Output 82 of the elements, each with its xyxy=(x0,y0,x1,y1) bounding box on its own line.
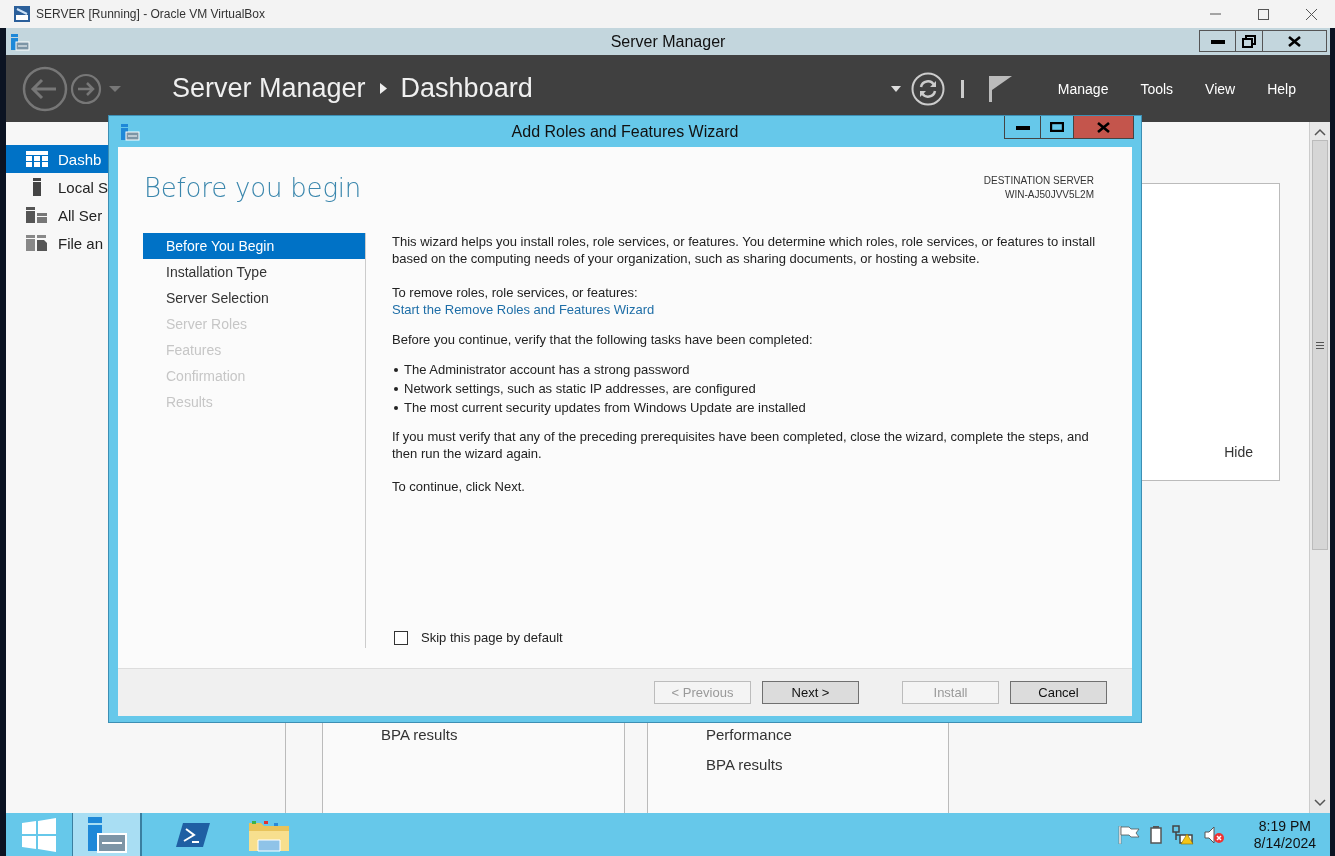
dropdown-caret-icon[interactable] xyxy=(890,85,901,92)
checkbox-label: Skip this page by default xyxy=(421,629,563,646)
sidebar-label: Local S xyxy=(57,178,108,196)
minimize-button[interactable] xyxy=(1004,116,1041,139)
minimize-icon xyxy=(1015,124,1030,130)
remove-label: To remove roles, role services, or features: xyxy=(392,284,639,301)
scroll-up-icon[interactable] xyxy=(1314,128,1326,136)
minimize-button[interactable] xyxy=(1199,30,1236,52)
server-manager-icon xyxy=(10,32,30,51)
dashboard-icon xyxy=(26,151,48,167)
destination-label: DESTINATION SERVER xyxy=(983,174,1094,188)
continue-note: To continue, click Next. xyxy=(392,478,526,495)
task-item: The most current security updates from Windows Update are installed xyxy=(404,399,806,416)
server-icon xyxy=(33,178,41,196)
remove-wizard-link[interactable]: Start the Remove Roles and Features Wizard xyxy=(392,302,655,317)
battery-icon[interactable] xyxy=(1149,825,1162,844)
servers-icon xyxy=(26,207,48,223)
taskbar-app[interactable] xyxy=(72,813,142,856)
bullet-icon xyxy=(394,405,398,410)
menu-item[interactable]: Manage xyxy=(1041,80,1125,97)
menu-item[interactable]: View xyxy=(1189,80,1252,97)
sidebar-label: All Ser xyxy=(58,206,103,224)
maximize-icon xyxy=(1050,122,1064,132)
sidebar-label: Dashb xyxy=(58,150,102,168)
scrollbar[interactable] xyxy=(1309,122,1330,813)
cancel-button[interactable]: Cancel xyxy=(1010,681,1107,704)
task-item: The Administrator account has a strong password xyxy=(404,361,690,378)
flag-icon[interactable] xyxy=(1117,825,1140,844)
destination-server: WIN-AJ50JVV5L2M xyxy=(1004,188,1094,202)
sidebar-label: File an xyxy=(58,234,104,252)
bullet-icon xyxy=(394,367,398,372)
tasks-intro: Before you continue, verify that the following tasks have been completed: xyxy=(392,331,814,348)
scroll-down-icon[interactable] xyxy=(1314,799,1326,807)
close-icon xyxy=(1288,35,1301,47)
menu-item[interactable]: Tools xyxy=(1124,80,1190,97)
skip-checkbox[interactable] xyxy=(394,630,408,645)
window-title: Server Manager xyxy=(610,32,726,50)
hide-link[interactable]: Hide xyxy=(1224,444,1253,460)
clock-time: 8:19 PM xyxy=(1257,817,1312,835)
window-title: SERVER [Running] - Oracle VM VirtualBox xyxy=(36,7,266,21)
clock[interactable]: 8:19 PM 8/14/2024 xyxy=(1253,817,1316,852)
restore-icon xyxy=(1242,34,1256,48)
network-warning-icon[interactable] xyxy=(1171,824,1194,845)
page-heading: Before you begin xyxy=(144,173,362,205)
breadcrumb-item[interactable]: Server Manager xyxy=(172,73,366,104)
tile-link[interactable]: Performance xyxy=(706,725,792,745)
tile-link[interactable]: BPA results xyxy=(706,755,783,775)
tile-link[interactable]: BPA results xyxy=(381,725,458,745)
powershell-icon xyxy=(175,821,211,848)
verify-note: If you must verify that any of the preceding prerequisites have been completed, close the wizard, complete the steps, and then run the wizard again. xyxy=(392,428,1090,462)
maximize-icon[interactable] xyxy=(1256,7,1270,21)
menu-item[interactable]: Help xyxy=(1251,80,1330,97)
notifications-flag-icon[interactable] xyxy=(987,75,1012,102)
server-manager-icon xyxy=(85,816,128,853)
sidebar-item[interactable]: File an xyxy=(6,229,108,257)
bullet-icon xyxy=(394,386,398,391)
separator-icon xyxy=(960,79,964,98)
windows-logo-icon xyxy=(22,817,56,852)
minimize-icon xyxy=(1210,38,1225,44)
sidebar-item[interactable]: All Ser xyxy=(6,201,108,229)
virtualbox-icon xyxy=(14,6,30,22)
close-button[interactable] xyxy=(1262,30,1327,52)
sidebar-item[interactable]: Local S xyxy=(6,173,108,201)
task-item: Network settings, such as static IP addresses, are configured xyxy=(404,380,756,397)
clock-date: 8/14/2024 xyxy=(1253,834,1316,852)
close-icon[interactable] xyxy=(1304,7,1318,21)
breadcrumb-item: Dashboard xyxy=(400,73,533,104)
refresh-icon[interactable] xyxy=(910,71,945,106)
wizard-step[interactable]: Server Selection xyxy=(143,285,365,311)
file-services-icon xyxy=(26,235,48,251)
next-button[interactable]: Next > xyxy=(762,681,859,704)
wizard-step[interactable]: Installation Type xyxy=(143,259,365,285)
wizard-icon xyxy=(120,122,140,141)
wizard-step[interactable]: Before You Begin xyxy=(143,233,365,259)
sidebar-item[interactable]: Dashb xyxy=(6,145,108,173)
breadcrumb-separator-icon xyxy=(379,83,387,94)
speaker-muted-icon[interactable] xyxy=(1203,825,1226,844)
window-title: Add Roles and Features Wizard xyxy=(511,122,739,140)
close-icon xyxy=(1097,121,1110,133)
grip-icon xyxy=(1316,341,1324,349)
maximize-button[interactable] xyxy=(1235,30,1263,52)
intro-paragraph: This wizard helps you install roles, role services, or features. You determine which roles, role services, or features to install based on the computing needs of your organization, such as sharing documents, or hosting a website. xyxy=(392,233,1096,267)
